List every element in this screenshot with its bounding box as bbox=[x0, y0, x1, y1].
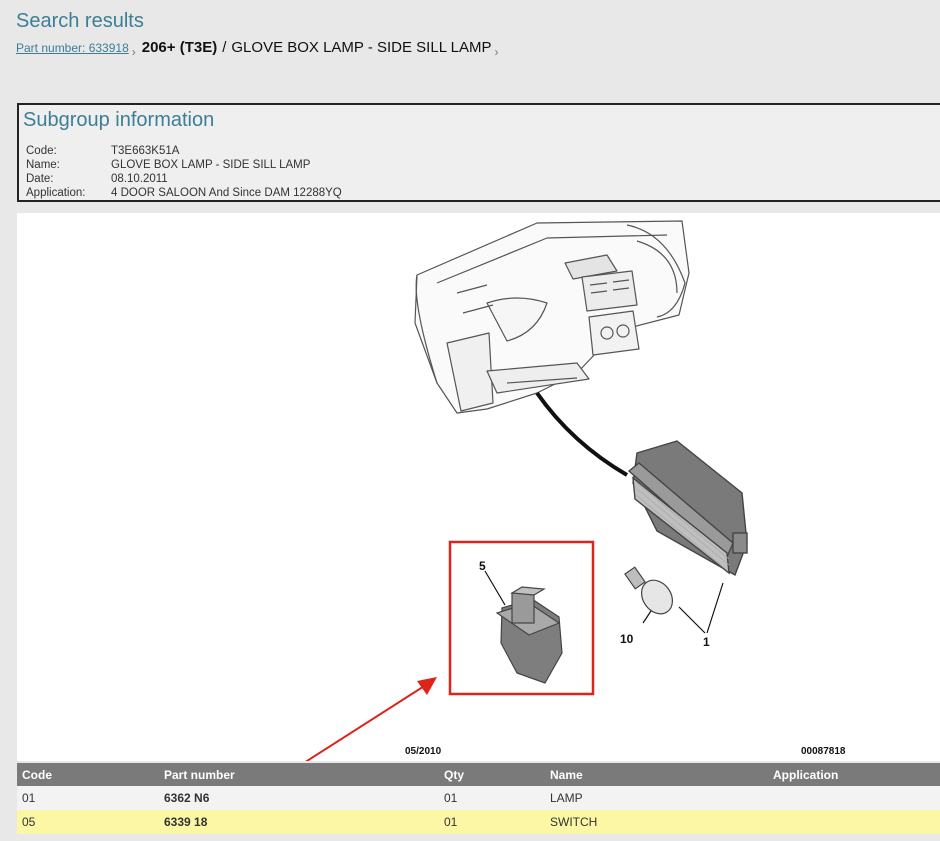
info-row-code: Code: T3E663K51A bbox=[26, 144, 342, 158]
glove-box-lamp-illustration bbox=[627, 440, 748, 577]
dashboard-illustration bbox=[414, 220, 690, 414]
column-header-name[interactable]: Name bbox=[545, 763, 768, 786]
diagram-date-label: 05/2010 bbox=[405, 746, 442, 757]
cell-name: LAMP bbox=[545, 786, 768, 810]
cell-application bbox=[768, 810, 940, 834]
parts-table: Code Part number Qty Name Application 01… bbox=[17, 763, 940, 834]
info-row-application: Application: 4 DOOR SALOON And Since DAM… bbox=[26, 186, 342, 200]
info-label: Name: bbox=[26, 159, 60, 171]
info-value: 08.10.2011 bbox=[111, 173, 168, 185]
callout-label-1: 1 bbox=[703, 635, 710, 649]
info-label: Code: bbox=[26, 145, 57, 157]
subgroup-info-panel: Subgroup information Code: T3E663K51A Na… bbox=[17, 103, 940, 202]
subgroup-title: Subgroup information bbox=[23, 109, 215, 131]
table-header-row: Code Part number Qty Name Application bbox=[17, 763, 940, 786]
subgroup-details: Code: T3E663K51A Name: GLOVE BOX LAMP - … bbox=[26, 144, 342, 200]
table-row[interactable]: 01 6362 N6 01 LAMP bbox=[17, 786, 940, 810]
cell-qty: 01 bbox=[439, 786, 545, 810]
cell-qty: 01 bbox=[439, 810, 545, 834]
diagram-ref-number: 00087818 bbox=[801, 746, 846, 757]
chevron-right-icon: › bbox=[494, 45, 499, 59]
chevron-right-icon: › bbox=[131, 45, 136, 59]
switch-illustration bbox=[495, 586, 563, 684]
cell-name: SWITCH bbox=[545, 810, 768, 834]
callout-label-10: 10 bbox=[620, 632, 634, 646]
column-header-part-number[interactable]: Part number bbox=[159, 763, 439, 786]
cell-part-number[interactable]: 6339 18 bbox=[159, 810, 439, 834]
table-row-selected[interactable]: 05 6339 18 01 SWITCH bbox=[17, 810, 940, 834]
column-header-qty[interactable]: Qty bbox=[439, 763, 545, 786]
info-value: GLOVE BOX LAMP - SIDE SILL LAMP bbox=[111, 159, 311, 171]
breadcrumb-slash: / bbox=[222, 39, 227, 56]
parts-diagram[interactable]: 5 10 1 05/2010 00087818 bbox=[17, 213, 940, 761]
info-value: T3E663K51A bbox=[111, 145, 180, 157]
breadcrumb-part-number-link[interactable]: Part number: 633918 bbox=[16, 41, 129, 55]
cell-code: 05 bbox=[17, 810, 159, 834]
info-label: Date: bbox=[26, 173, 54, 185]
page-title: Search results bbox=[16, 10, 144, 32]
callout-label-5: 5 bbox=[479, 559, 486, 573]
cell-part-number[interactable]: 6362 N6 bbox=[159, 786, 439, 810]
wiring-harness bbox=[535, 391, 629, 477]
cell-code: 01 bbox=[17, 786, 159, 810]
breadcrumb-model: 206+ (T3E) bbox=[141, 39, 218, 56]
column-header-application[interactable]: Application bbox=[768, 763, 940, 786]
parts-diagram-svg: 5 10 1 05/2010 00087818 bbox=[305, 220, 846, 761]
column-header-code[interactable]: Code bbox=[17, 763, 159, 786]
info-value: 4 DOOR SALOON And Since DAM 12288YQ bbox=[111, 187, 342, 199]
info-label: Application: bbox=[26, 187, 86, 199]
bulb-illustration bbox=[624, 566, 674, 615]
breadcrumb: Part number: 633918 › 206+ (T3E) / GLOVE… bbox=[16, 39, 505, 61]
info-row-date: Date: 08.10.2011 bbox=[26, 172, 342, 186]
info-row-name: Name: GLOVE BOX LAMP - SIDE SILL LAMP bbox=[26, 158, 342, 172]
breadcrumb-current: GLOVE BOX LAMP - SIDE SILL LAMP bbox=[231, 39, 492, 56]
cell-application bbox=[768, 786, 940, 810]
